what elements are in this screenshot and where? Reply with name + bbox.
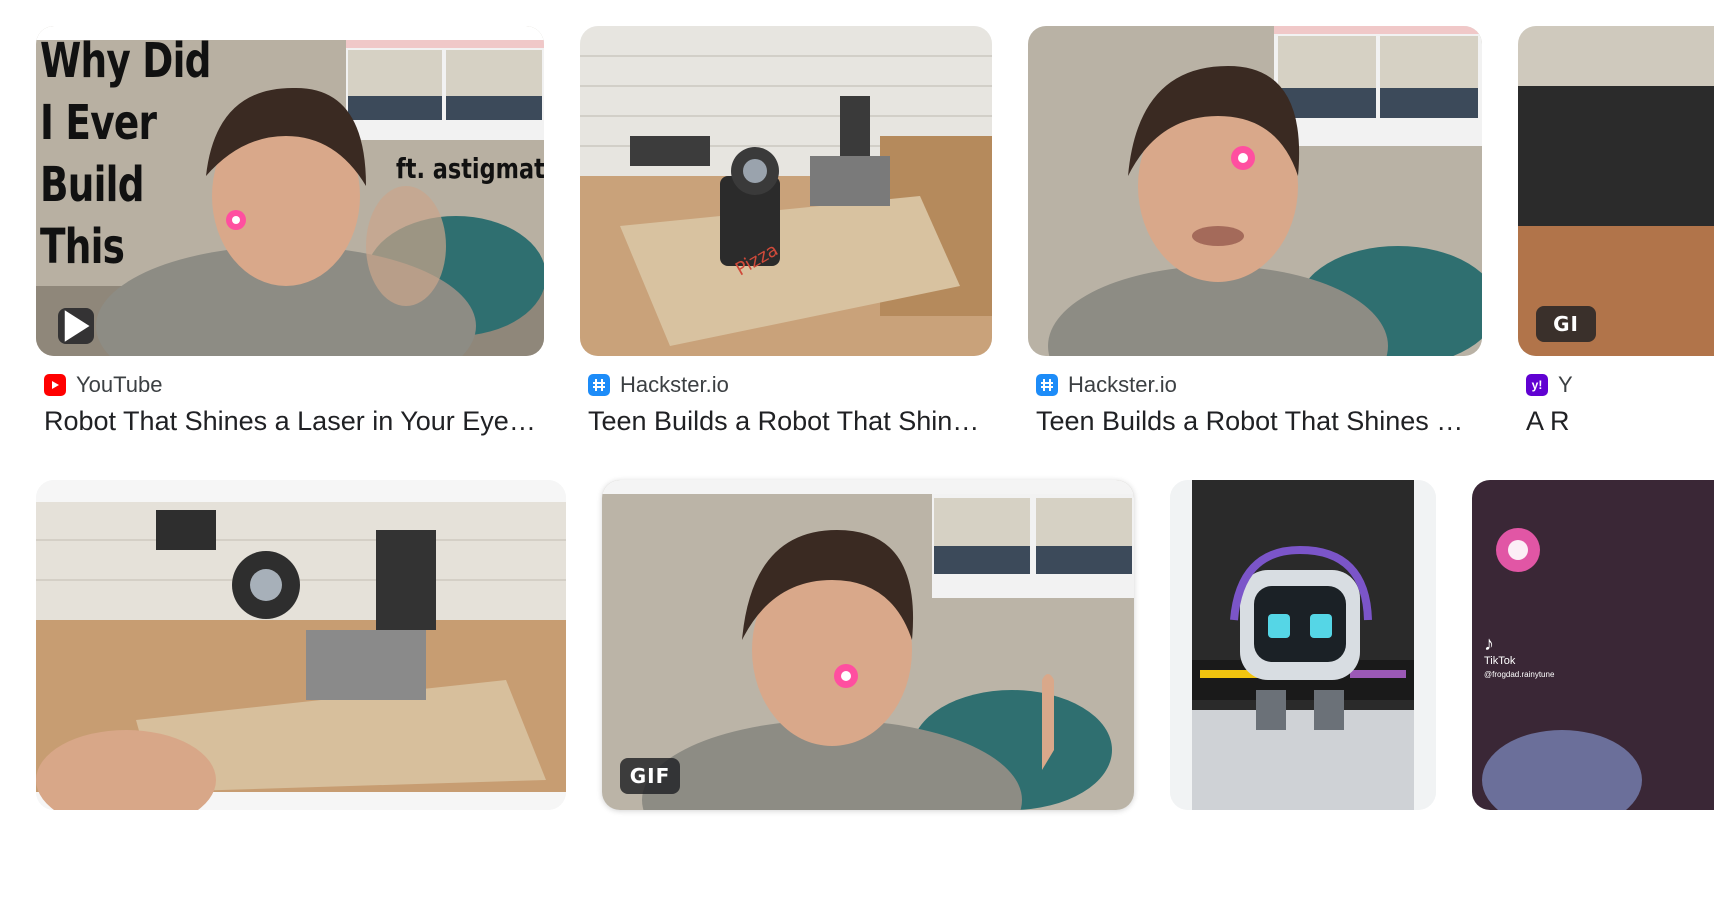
overlay-line: Why Did: [40, 33, 211, 89]
result-thumbnail[interactable]: GIF: [602, 480, 1134, 810]
yahoo-icon: y!: [1526, 374, 1548, 396]
result-source[interactable]: YouTube: [44, 372, 162, 398]
hackster-icon: [1036, 374, 1058, 396]
result-thumbnail[interactable]: Why Did I Ever Build This ft. astigmatis…: [36, 26, 544, 356]
tiktok-icon: ♪: [1484, 633, 1494, 655]
result-thumbnail[interactable]: GI: [1518, 26, 1714, 356]
tiktok-handle: @frogdad.rainytune: [1484, 670, 1555, 679]
result-source[interactable]: Hackster.io: [588, 372, 729, 398]
source-name: Y: [1558, 372, 1573, 397]
result-source[interactable]: y! Y: [1526, 372, 1573, 398]
tiktok-watermark: ♪ TikTok @frogdad.rainytune: [1484, 634, 1554, 682]
result-thumbnail[interactable]: [36, 480, 566, 810]
thumbnail-image: [1170, 480, 1436, 810]
youtube-icon: [44, 374, 66, 396]
result-source[interactable]: Hackster.io: [1036, 372, 1177, 398]
result-thumbnail[interactable]: ♪ TikTok @frogdad.rainytune: [1472, 480, 1714, 810]
source-name: YouTube: [76, 372, 163, 397]
play-icon: [58, 308, 94, 344]
thumbnail-image: [602, 480, 1134, 810]
result-title[interactable]: A R: [1526, 406, 1714, 437]
thumbnail-overlay-text: Why Did I Ever Build This: [40, 30, 219, 278]
source-name: Hackster.io: [620, 372, 729, 397]
image-results-grid: Why Did I Ever Build This ft. astigmatis…: [0, 0, 1714, 900]
result-title[interactable]: Teen Builds a Robot That Shines a …: [1036, 406, 1476, 437]
thumbnail-image: Pizza: [580, 26, 992, 356]
overlay-line: This: [40, 219, 125, 275]
result-thumbnail[interactable]: [1028, 26, 1482, 356]
result-title[interactable]: Teen Builds a Robot That Shin…: [588, 406, 988, 437]
overlay-line: I Ever: [40, 95, 157, 151]
gif-badge: GI: [1536, 306, 1596, 342]
gif-badge: GIF: [620, 758, 680, 794]
thumbnail-image: [1028, 26, 1482, 356]
result-thumbnail[interactable]: [1170, 480, 1436, 810]
result-thumbnail[interactable]: Pizza: [580, 26, 992, 356]
overlay-line: Build: [40, 157, 145, 213]
tiktok-brand: TikTok: [1484, 655, 1516, 667]
thumbnail-overlay-subtitle: ft. astigmatism: [396, 152, 544, 185]
result-title[interactable]: Robot That Shines a Laser in Your Eye ..…: [44, 406, 536, 437]
thumbnail-image: [36, 480, 566, 810]
hackster-icon: [588, 374, 610, 396]
source-name: Hackster.io: [1068, 372, 1177, 397]
